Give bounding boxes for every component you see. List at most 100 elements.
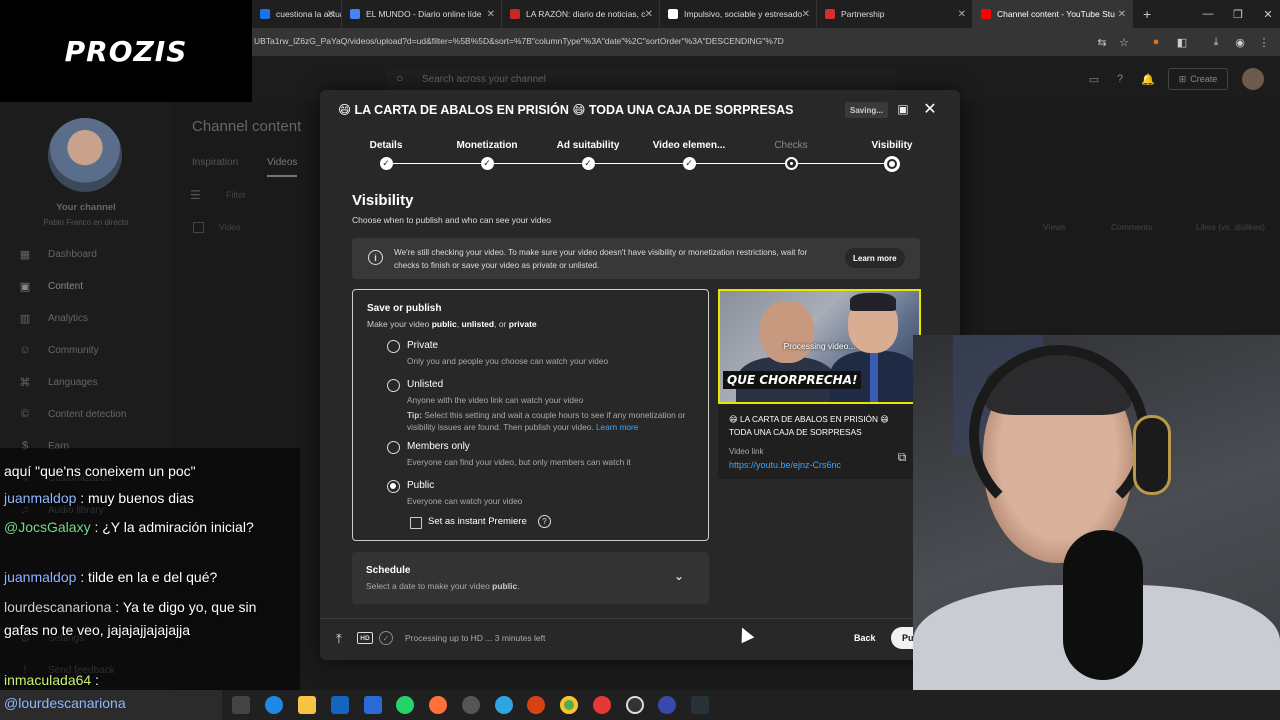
copyright-icon: © (20, 408, 30, 420)
profile-icon[interactable]: ◉ (1232, 34, 1248, 50)
app-icon[interactable] (527, 696, 545, 714)
step-label[interactable]: Checks (746, 140, 836, 151)
download-icon[interactable]: ⤓ (1208, 34, 1224, 50)
edge-icon[interactable] (265, 696, 283, 714)
step-label[interactable]: Video elemen... (644, 140, 734, 151)
sidebar-item-languages[interactable]: ⌘ Languages (18, 376, 98, 389)
learn-more-button[interactable]: Learn more (845, 248, 905, 268)
outlook-icon[interactable] (331, 696, 349, 714)
option-members-desc: Everyone can find your video, but only m… (407, 457, 631, 467)
app-icon[interactable] (658, 696, 676, 714)
option-unlisted-label: Unlisted (407, 379, 444, 390)
step-indicator[interactable] (784, 157, 798, 170)
sub-sep: , or (494, 319, 509, 329)
browser-tab[interactable]: Partnership ✕ (817, 0, 973, 28)
taskbar-search[interactable]: @lourdescanariona (0, 690, 222, 720)
languages-icon: ⌘ (19, 377, 31, 389)
minimize-icon[interactable]: — (1192, 0, 1224, 28)
whatsapp-icon[interactable] (396, 696, 414, 714)
tab-videos[interactable]: Videos (267, 157, 298, 177)
obs-icon[interactable] (626, 696, 644, 714)
word-icon[interactable] (364, 696, 382, 714)
app-icon[interactable] (462, 696, 480, 714)
help-icon[interactable]: ? (538, 515, 551, 528)
option-unlisted-desc: Anyone with the video link can watch you… (407, 395, 584, 405)
sidebar-item-content-detection[interactable]: © Content detection (18, 408, 126, 420)
account-avatar[interactable] (1242, 68, 1264, 90)
close-tab-icon[interactable]: ✕ (1118, 9, 1126, 20)
browser-tab[interactable]: Channel content - YouTube Stu ✕ (973, 0, 1133, 28)
close-tab-icon[interactable]: ✕ (958, 9, 966, 20)
copy-icon[interactable]: ⧉ (895, 450, 909, 464)
close-tab-icon[interactable]: ✕ (487, 9, 495, 20)
radio-private[interactable] (387, 340, 400, 353)
maximize-icon[interactable]: ❐ (1222, 0, 1254, 28)
option-public-label: Public (407, 480, 435, 491)
taskbar: @lourdescanariona (0, 690, 1280, 720)
step-done-check-icon[interactable]: ✓ (379, 157, 393, 170)
channel-search-input[interactable]: ○ Search across your channel (386, 68, 896, 90)
browser-tab[interactable]: cuestiona la actua ✕ (252, 0, 342, 28)
video-thumbnail[interactable]: Processing video... QUE CHORPRECHA! (718, 289, 921, 404)
file-explorer-icon[interactable] (298, 696, 316, 714)
close-window-icon[interactable]: ✕ (1252, 0, 1280, 28)
radio-members-only[interactable] (387, 441, 400, 454)
sidebar-item-analytics[interactable]: ▥ Analytics (18, 312, 88, 325)
tab-inspiration[interactable]: Inspiration (192, 157, 238, 168)
menu-kebab-icon[interactable]: ⋮ (1256, 34, 1272, 50)
close-tab-icon[interactable]: ✕ (327, 9, 335, 20)
save-publish-title: Save or publish (367, 303, 442, 314)
messages-icon[interactable]: ▭ (1085, 70, 1103, 88)
feedback-icon[interactable]: ▣ (895, 101, 911, 117)
filter-icon[interactable]: ☰ (190, 188, 201, 202)
instant-premiere-checkbox[interactable] (410, 517, 422, 529)
terminal-icon[interactable] (691, 696, 709, 714)
browser-tab[interactable]: Impulsivo, sociable y estresado ✕ (660, 0, 817, 28)
extension-icon[interactable]: ● (1148, 34, 1164, 50)
radio-unlisted[interactable] (387, 379, 400, 392)
step-done-check-icon[interactable]: ✓ (480, 157, 494, 170)
new-tab-button[interactable]: + (1133, 6, 1161, 22)
schedule-title: Schedule (366, 565, 411, 576)
browser-tab[interactable]: LA RAZÓN: diario de noticias, c ✕ (502, 0, 660, 28)
select-all-checkbox[interactable] (193, 222, 204, 233)
step-label[interactable]: Details (341, 140, 431, 151)
step-label[interactable]: Monetization (442, 140, 532, 151)
video-link[interactable]: https://youtu.be/ejnz-Crs6nc (729, 460, 841, 470)
extensions-puzzle-icon[interactable]: ◧ (1174, 34, 1190, 50)
create-button[interactable]: ⊞ Create (1168, 68, 1228, 90)
sidebar-item-content[interactable]: ▣ Content (18, 280, 83, 293)
step-indicator[interactable] (884, 156, 900, 172)
filter-input[interactable]: Filter (226, 190, 246, 200)
close-icon[interactable]: ✕ (921, 99, 939, 119)
step-label[interactable]: Ad suitability (543, 140, 633, 151)
step-done-check-icon[interactable]: ✓ (581, 157, 595, 170)
back-button[interactable]: Back (843, 627, 887, 649)
bookmark-star-icon[interactable]: ☆ (1116, 34, 1132, 50)
tab-favicon-icon (668, 9, 678, 19)
translate-icon[interactable]: ⇆ (1094, 34, 1110, 50)
tab-label: LA RAZÓN: diario de noticias, c (526, 9, 646, 19)
tip-learn-more-link[interactable]: Learn more (596, 422, 638, 432)
sidebar-item-label: Dashboard (48, 249, 97, 260)
url-text[interactable]: UBTa1rw_lZ6zG_PaYaQ/videos/upload?d=ud&f… (254, 36, 784, 46)
app-icon[interactable] (593, 696, 611, 714)
close-tab-icon[interactable]: ✕ (802, 9, 810, 20)
task-view-icon[interactable] (232, 696, 250, 714)
step-label[interactable]: Visibility (847, 140, 937, 151)
schedule-panel[interactable]: Schedule Select a date to make your vide… (352, 552, 709, 604)
sidebar-item-community[interactable]: ☺ Community (18, 344, 98, 356)
browser-tab[interactable]: EL MUNDO - Diario online líde ✕ (342, 0, 502, 28)
step-done-check-icon[interactable]: ✓ (682, 157, 696, 170)
radio-public[interactable] (387, 480, 400, 493)
channel-avatar[interactable] (48, 118, 122, 192)
firefox-icon[interactable] (429, 696, 447, 714)
sidebar-item-dashboard[interactable]: ▦ Dashboard (18, 248, 97, 261)
close-tab-icon[interactable]: ✕ (645, 9, 653, 20)
help-icon[interactable]: ? (1111, 70, 1129, 88)
chevron-down-icon[interactable]: ⌄ (674, 569, 684, 583)
notifications-icon[interactable]: 🔔 (1139, 70, 1157, 88)
stepper-track (386, 163, 894, 164)
chrome-icon[interactable] (560, 696, 578, 714)
telegram-icon[interactable] (495, 696, 513, 714)
